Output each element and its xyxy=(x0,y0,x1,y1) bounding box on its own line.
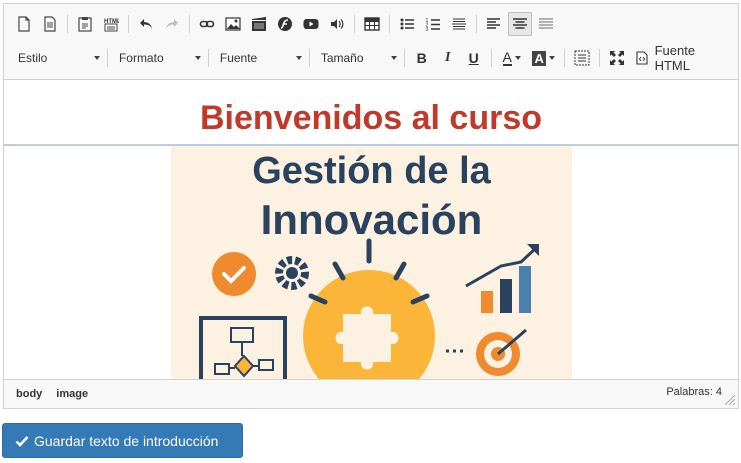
link-icon[interactable] xyxy=(195,12,219,36)
paste-word-icon[interactable]: HTML xyxy=(99,12,123,36)
element-path-body[interactable]: body xyxy=(16,388,42,400)
font-dropdown[interactable]: Fuente xyxy=(214,46,306,70)
youtube-icon[interactable] xyxy=(299,12,323,36)
chevron-down-icon xyxy=(390,56,397,60)
video-icon[interactable] xyxy=(247,12,271,36)
horizontal-rule-icon[interactable] xyxy=(447,12,471,36)
toolbar-separator xyxy=(476,15,477,33)
font-dropdown-label: Fuente xyxy=(219,51,258,65)
toolbar-separator xyxy=(354,15,355,33)
background-color-button[interactable]: A xyxy=(529,46,559,70)
toolbar-separator xyxy=(563,49,565,67)
background-color-label: A xyxy=(532,50,546,66)
svg-text:3: 3 xyxy=(426,27,429,32)
paste-text-icon[interactable] xyxy=(73,12,97,36)
toolbar-separator xyxy=(67,15,68,33)
toolbar-row-2: Estilo Formato Fuente Tamaño B I U A A F… xyxy=(12,43,738,73)
toolbar-separator xyxy=(598,49,600,67)
toolbar-separator xyxy=(490,49,492,67)
size-dropdown-label: Tamaño xyxy=(320,51,364,65)
toolbar-separator xyxy=(128,15,129,33)
chevron-down-icon xyxy=(514,56,521,60)
italic-button[interactable]: I xyxy=(436,46,460,70)
toolbar-separator xyxy=(189,15,190,33)
editor-statusbar: body image Palabras: 4 xyxy=(4,379,738,408)
redo-icon[interactable] xyxy=(160,12,184,36)
toolbar-separator xyxy=(106,49,108,67)
word-count: Palabras: 4 xyxy=(666,386,722,398)
style-dropdown[interactable]: Estilo xyxy=(12,46,104,70)
format-dropdown-label: Formato xyxy=(118,51,164,65)
element-path: body image xyxy=(16,388,102,400)
align-center-icon[interactable] xyxy=(508,12,532,36)
align-justify-icon[interactable] xyxy=(534,12,558,36)
check-icon xyxy=(15,435,29,447)
maximize-icon[interactable] xyxy=(605,46,629,70)
image-icon[interactable] xyxy=(221,12,245,36)
align-left-icon[interactable] xyxy=(482,12,506,36)
bulleted-list-icon[interactable] xyxy=(395,12,419,36)
show-blocks-icon[interactable] xyxy=(570,46,594,70)
resize-handle-icon[interactable] xyxy=(725,395,735,405)
chevron-down-icon xyxy=(295,56,302,60)
chevron-down-icon xyxy=(93,56,100,60)
table-icon[interactable] xyxy=(360,12,384,36)
innovation-illustration xyxy=(199,238,539,379)
editor-toolbar: HTML 123 Estilo Formato Fuente Tamaño B … xyxy=(4,4,738,80)
new-page-icon[interactable] xyxy=(12,12,36,36)
font-color-label: A xyxy=(502,49,512,66)
course-banner-image[interactable]: Gestión de la Innovación xyxy=(171,146,572,379)
toolbar-separator xyxy=(207,49,209,67)
chevron-down-icon xyxy=(194,56,201,60)
templates-icon[interactable] xyxy=(38,12,62,36)
undo-icon[interactable] xyxy=(134,12,158,36)
rich-text-editor: HTML 123 Estilo Formato Fuente Tamaño B … xyxy=(3,3,739,409)
bold-button[interactable]: B xyxy=(410,46,434,70)
font-color-button[interactable]: A xyxy=(497,46,527,70)
format-dropdown[interactable]: Formato xyxy=(113,46,205,70)
toolbar-separator xyxy=(308,49,310,67)
html-source-button[interactable]: Fuente HTML xyxy=(631,43,738,73)
element-path-image[interactable]: image xyxy=(56,388,88,400)
style-dropdown-label: Estilo xyxy=(18,51,48,65)
audio-icon[interactable] xyxy=(325,12,349,36)
toolbar-separator xyxy=(389,15,390,33)
html-source-label: Fuente HTML xyxy=(654,43,696,73)
size-dropdown[interactable]: Tamaño xyxy=(315,46,401,70)
numbered-list-icon[interactable]: 123 xyxy=(421,12,445,36)
toolbar-row-1: HTML 123 xyxy=(12,10,560,38)
flash-icon[interactable] xyxy=(273,12,297,36)
content-heading[interactable]: Bienvenidos al curso xyxy=(4,99,738,138)
toolbar-separator xyxy=(403,49,405,67)
source-code-icon xyxy=(636,51,648,65)
save-intro-text-button[interactable]: Guardar texto de introducción xyxy=(2,423,243,458)
editor-content-area[interactable]: Bienvenidos al curso Gestión de la Innov… xyxy=(4,81,738,379)
underline-button[interactable]: U xyxy=(462,46,486,70)
chevron-down-icon xyxy=(548,56,555,60)
save-button-label: Guardar texto de introducción xyxy=(34,432,219,449)
